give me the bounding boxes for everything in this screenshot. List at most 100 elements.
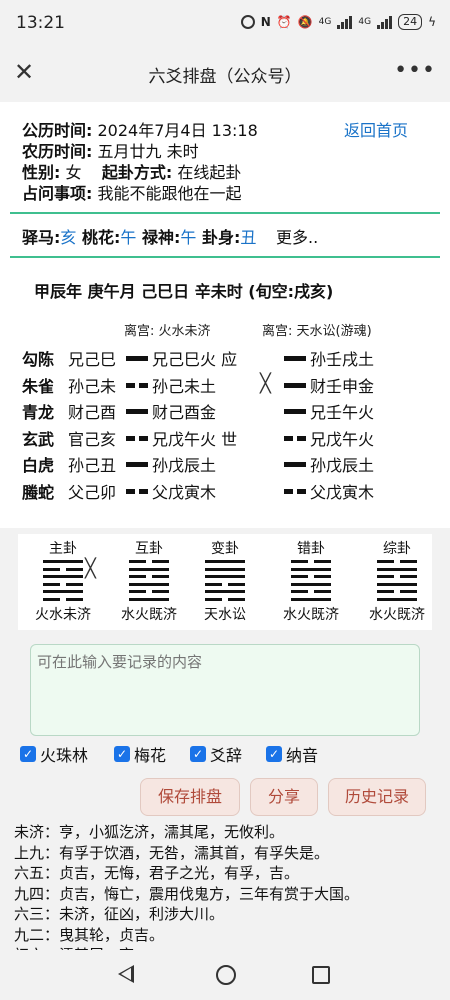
back-icon[interactable] xyxy=(118,965,134,983)
gua-line xyxy=(205,560,245,563)
gua-card[interactable]: 综卦 水火既济 xyxy=(356,534,438,630)
check-icon: ✓ xyxy=(266,746,282,762)
title-bar: ✕ 六爻排盘（公众号） ••• xyxy=(0,46,450,102)
yaoci-line: 未济：亨，小狐汔济，濡其尾，无攸利。 xyxy=(14,823,285,841)
check-icon: ✓ xyxy=(190,746,206,762)
main-yao-line xyxy=(126,382,148,388)
divider-top xyxy=(10,212,440,214)
gua-line xyxy=(291,590,331,594)
network-label-1: 4G xyxy=(318,17,332,27)
divider-bottom xyxy=(10,256,440,258)
hexagram-icon xyxy=(43,560,83,602)
gua-line xyxy=(43,582,83,586)
main-yao-text: 孙己未土 xyxy=(152,376,217,396)
notes-input[interactable] xyxy=(30,644,420,736)
check-icon: ✓ xyxy=(114,746,130,762)
charging-icon: ϟ xyxy=(428,15,436,29)
gua-line xyxy=(129,560,169,563)
options-checkboxes: ✓ 火珠林 ✓ 梅花 ✓ 爻辞 ✓ 纳音 xyxy=(20,742,440,768)
check-icon: ✓ xyxy=(20,746,36,762)
fushen-label: 兄己巳 xyxy=(68,350,117,369)
recent-apps-icon[interactable] xyxy=(312,966,330,984)
hexagram-icon xyxy=(129,560,169,602)
checkbox-meihua[interactable]: ✓ 梅花 xyxy=(114,742,166,766)
signal-icon xyxy=(337,15,353,29)
bian-yao-line xyxy=(284,409,306,414)
bian-yao-line xyxy=(284,382,306,388)
liushen-label: 白虎 xyxy=(22,456,55,475)
gua-line xyxy=(377,590,417,594)
main-yao-text: 兄戊午火 世 xyxy=(152,429,238,449)
gua-card-name: 水火既济 xyxy=(369,607,425,623)
main-yao-text: 孙戊辰土 xyxy=(152,456,217,475)
checkbox-huozhulin[interactable]: ✓ 火珠林 xyxy=(20,742,88,766)
bian-yao-line xyxy=(284,462,306,467)
checkbox-yaoci[interactable]: ✓ 爻辞 xyxy=(190,742,242,766)
gua-card-label: 主卦 xyxy=(49,541,77,557)
moving-mark-icon: ╳ xyxy=(260,372,271,394)
main-yao-line xyxy=(126,462,148,467)
home-link[interactable]: 返回首页 xyxy=(344,120,408,141)
gua-line xyxy=(205,582,245,586)
signal-icon-2 xyxy=(377,15,393,29)
yaoci-line: 九四：贞吉，悔亡，震用伐鬼方，三年有赏于大国。 xyxy=(14,884,360,903)
status-icons: N ⏰ 🔕 4G 4G 24 ϟ xyxy=(240,14,436,30)
yaoci-text: 未济：亨，小狐汔济，濡其尾，无攸利。上九：有孚于饮酒，无咎，濡其首，有孚失是。六… xyxy=(14,822,434,950)
gua-card-label: 变卦 xyxy=(211,541,239,557)
gua-card-name: 火水未济 xyxy=(35,607,91,623)
gua-line xyxy=(43,590,83,594)
gua-line xyxy=(377,582,417,586)
checkbox-nayin[interactable]: ✓ 纳音 xyxy=(266,742,318,766)
gua-line xyxy=(205,598,245,601)
main-yao-line xyxy=(126,409,148,414)
bian-yao-line xyxy=(284,435,306,441)
alarm-icon: ⏰ xyxy=(276,15,292,29)
liushen-label: 朱雀 xyxy=(22,376,55,396)
bian-yao-text: 父戊寅木 xyxy=(310,482,375,502)
gua-line xyxy=(43,598,83,601)
more-menu-icon[interactable]: ••• xyxy=(394,58,436,83)
save-button[interactable]: 保存排盘 xyxy=(140,778,240,816)
info-row-lunar: 农历时间: 五月廿九 未时 xyxy=(22,142,199,161)
gua-card-label: 错卦 xyxy=(297,541,325,557)
gua-card[interactable]: 错卦 水火既济 xyxy=(270,534,352,630)
gua-line xyxy=(129,582,169,586)
main-gua-title: 离宫: 火水未济 xyxy=(124,324,211,339)
gua-line xyxy=(129,598,169,601)
liushen-label: 勾陈 xyxy=(22,350,55,369)
gua-line xyxy=(377,575,417,579)
gua-cards-panel: 主卦 ╳ 火水未济 互卦 水火既济 变卦 天水讼 错卦 水火既济 综卦 水火既济 xyxy=(18,534,432,630)
liushen-label: 玄武 xyxy=(22,429,55,449)
hexagram-icon xyxy=(291,560,331,602)
main-yao-line xyxy=(126,435,148,441)
gua-line xyxy=(291,575,331,579)
bian-yao-text: 孙戊辰土 xyxy=(310,456,375,475)
bian-yao-text: 兄壬午火 xyxy=(310,403,375,422)
gua-line xyxy=(43,567,83,571)
page-content: 公历时间: 2024年7月4日 13:18 农历时间: 五月廿九 未时 性别: … xyxy=(0,102,450,950)
main-yao-text: 父戊寅木 xyxy=(152,482,217,502)
page-title: 六爻排盘（公众号） xyxy=(148,67,302,87)
share-button[interactable]: 分享 xyxy=(250,778,318,816)
yaoci-line: 上九：有孚于饮酒，无咎，濡其首，有孚失是。 xyxy=(14,843,330,862)
network-label-2: 4G xyxy=(358,17,372,27)
bian-yao-text: 孙壬戌土 xyxy=(310,350,375,369)
system-nav-bar xyxy=(0,950,450,1000)
gua-card[interactable]: 变卦 天水讼 xyxy=(184,534,266,630)
home-icon[interactable] xyxy=(216,965,236,985)
history-button[interactable]: 历史记录 xyxy=(328,778,426,816)
nfc-icon: N xyxy=(260,15,271,29)
yaoci-line: 九二：曳其轮，贞吉。 xyxy=(14,925,165,944)
moving-mark-icon: ╳ xyxy=(85,558,96,579)
liushen-label: 螣蛇 xyxy=(22,482,55,502)
gua-line xyxy=(291,567,331,571)
gua-line xyxy=(43,575,83,579)
bian-yao-text: 兄戊午火 xyxy=(310,429,375,449)
gua-line xyxy=(291,560,331,563)
info-block: 公历时间: 2024年7月4日 13:18 农历时间: 五月廿九 未时 性别: … xyxy=(22,120,432,204)
yaoci-line: 六三：未济，征凶，利涉大川。 xyxy=(14,905,225,923)
yaoci-line: 六五：贞吉，无悔，君子之光，有孚，吉。 xyxy=(14,864,300,882)
gua-card[interactable]: 主卦 ╳ 火水未济 xyxy=(22,534,104,630)
more-shensha-link[interactable]: 更多.. xyxy=(276,228,318,247)
bian-yao-line xyxy=(284,488,306,494)
